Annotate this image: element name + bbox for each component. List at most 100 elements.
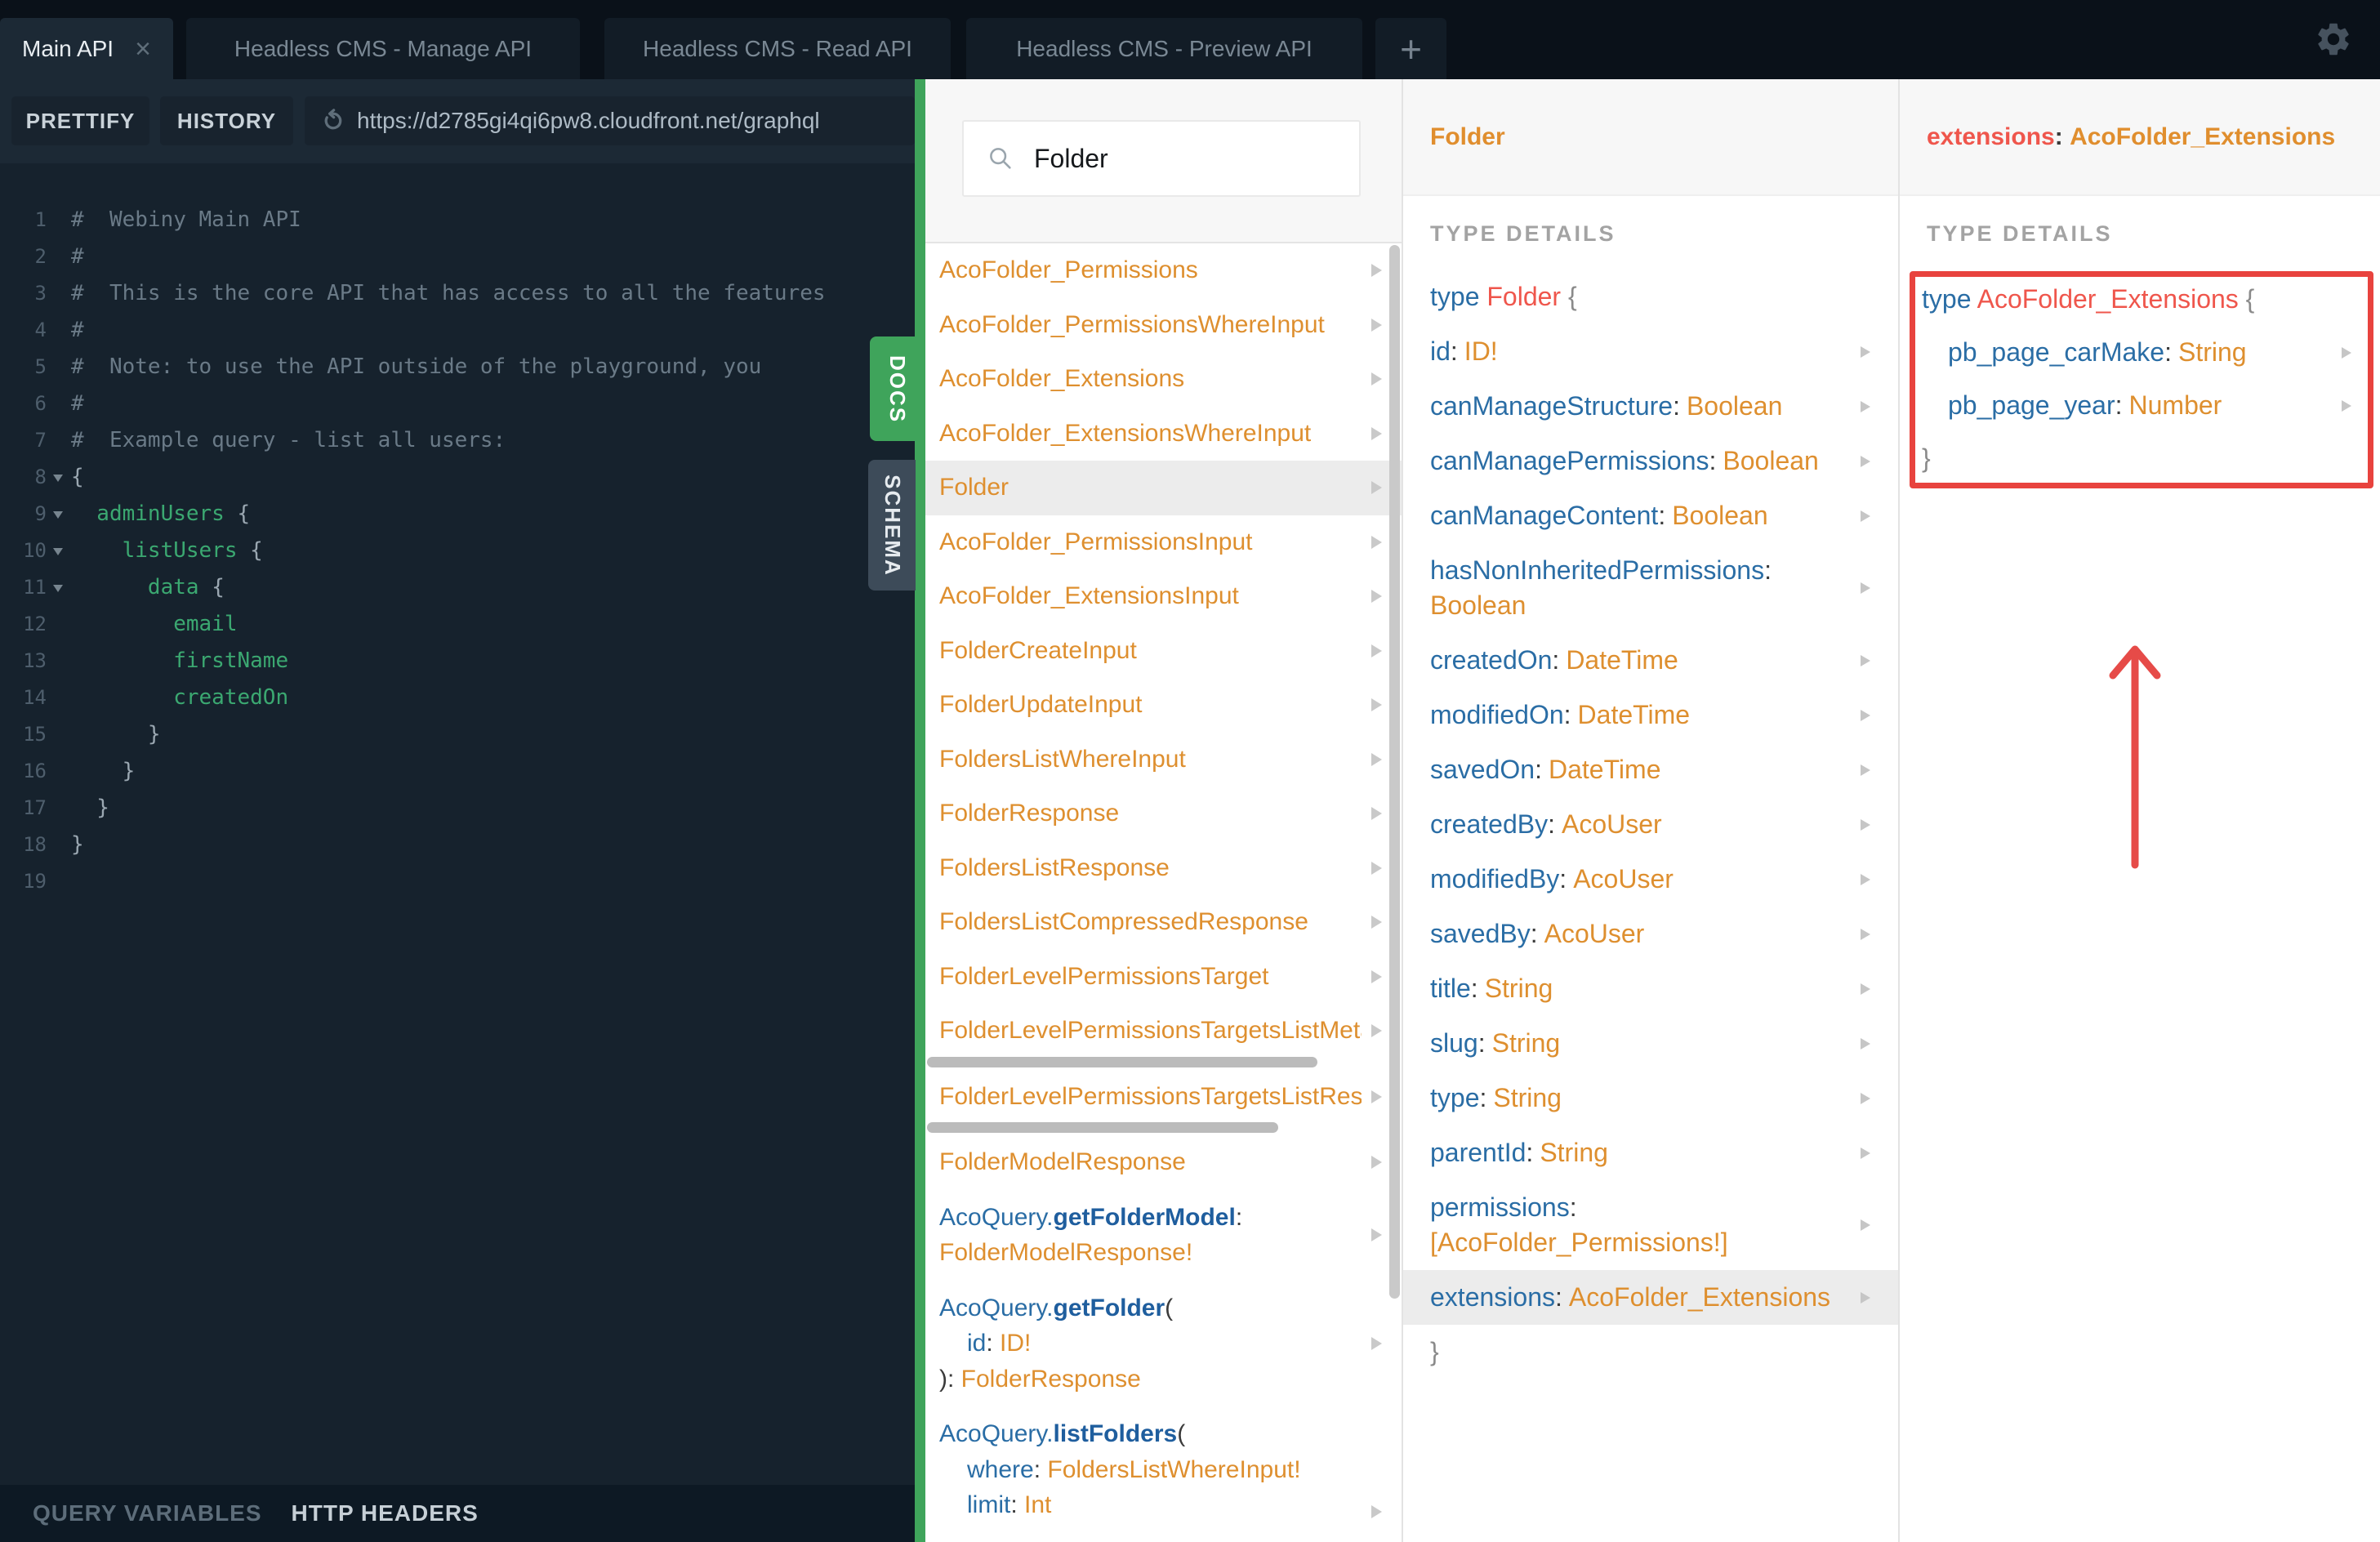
- chevron-right-icon: [1861, 400, 1870, 412]
- chevron-right-icon: [1371, 1156, 1382, 1170]
- chevron-right-icon: [1371, 807, 1382, 821]
- chevron-right-icon: [1861, 345, 1870, 358]
- tab-headless-cms-manage-api[interactable]: Headless CMS - Manage API: [186, 18, 580, 79]
- type-name: AcoFolder_Extensions: [939, 365, 1185, 393]
- type-field-row[interactable]: canManageContent: Boolean: [1403, 488, 1900, 543]
- tab-headless-cms-preview-api[interactable]: Headless CMS - Preview API: [966, 18, 1362, 79]
- type-list-item[interactable]: FoldersListCompressedResponse: [925, 895, 1402, 950]
- vertical-scrollbar[interactable]: [1389, 245, 1400, 1299]
- type-field-row[interactable]: permissions: [AcoFolder_Permissions!]: [1403, 1180, 1900, 1270]
- line-number: 4: [34, 319, 47, 341]
- fold-arrow-icon[interactable]: [53, 511, 63, 519]
- endpoint-url: https://d2785gi4qi6pw8.cloudfront.net/gr…: [357, 108, 820, 133]
- type-name: AcoFolder_PermissionsInput: [939, 528, 1253, 555]
- type-field-row[interactable]: canManageStructure: Boolean: [1403, 379, 1900, 434]
- type-field-row[interactable]: savedOn: DateTime: [1403, 742, 1900, 797]
- chevron-right-icon: [1371, 969, 1382, 983]
- search-input[interactable]: Folder: [962, 120, 1361, 197]
- docs-side-tab[interactable]: DOCS: [870, 336, 925, 441]
- type-list-item[interactable]: FolderResponse: [925, 787, 1402, 841]
- add-tab-button[interactable]: +: [1375, 18, 1446, 79]
- tab-main-api[interactable]: Main API ×: [0, 18, 173, 79]
- type-list-item[interactable]: AcoFolder_ExtensionsInput: [925, 569, 1402, 624]
- type-field-row[interactable]: pb_page_year: Number: [1915, 379, 2368, 432]
- type-name: AcoFolder_Permissions: [939, 256, 1198, 284]
- type-list-item[interactable]: AcoFolder_Permissions: [925, 243, 1402, 298]
- type-list-item[interactable]: FolderCreateInput: [925, 624, 1402, 679]
- type-field-row[interactable]: createdBy: AcoUser: [1403, 797, 1900, 852]
- tab-bar: Main API × Headless CMS - Manage API Hea…: [0, 0, 2380, 79]
- query-list-item[interactable]: AcoQuery.getFolderModel: FolderModelResp…: [925, 1190, 1402, 1281]
- chevron-right-icon: [1861, 764, 1870, 776]
- type-list-item[interactable]: Folder: [925, 461, 1402, 515]
- type-name: AcoFolder_ExtensionsWhereInput: [939, 419, 1312, 447]
- chevron-right-icon: [1371, 535, 1382, 549]
- tab-headless-cms-read-api[interactable]: Headless CMS - Read API: [604, 18, 951, 79]
- type-name: FolderModelResponse: [939, 1148, 1186, 1176]
- type-field-row[interactable]: hasNonInheritedPermissions: Boolean: [1403, 543, 1900, 633]
- type-list-item[interactable]: AcoFolder_Extensions: [925, 352, 1402, 407]
- type-list-item[interactable]: AcoFolder_PermissionsInput: [925, 515, 1402, 570]
- settings-gear-icon[interactable]: [2314, 20, 2353, 59]
- type-list-item[interactable]: FolderLevelPermissionsTargetsListRespons…: [925, 1070, 1402, 1136]
- query-list-item[interactable]: AcoQuery.getFolder( id: ID! ): FolderRes…: [925, 1281, 1402, 1407]
- type-list-item[interactable]: FolderLevelPermissionsTargetsListMeta: [925, 1004, 1402, 1070]
- type-field-row[interactable]: parentId: String: [1403, 1125, 1900, 1180]
- type-field-row[interactable]: canManagePermissions: Boolean: [1403, 434, 1900, 488]
- type-list-item[interactable]: FolderModelResponse: [925, 1135, 1402, 1190]
- type-field-row[interactable]: id: ID!: [1403, 324, 1900, 379]
- chevron-right-icon: [1371, 1090, 1382, 1103]
- chevron-right-icon: [1861, 873, 1870, 885]
- endpoint-url-input[interactable]: https://d2785gi4qi6pw8.cloudfront.net/gr…: [305, 96, 915, 145]
- type-field-row[interactable]: modifiedOn: DateTime: [1403, 688, 1900, 742]
- prettify-button[interactable]: PRETTIFY: [11, 96, 149, 145]
- close-icon[interactable]: ×: [135, 35, 151, 63]
- type-name: FoldersListCompressedResponse: [939, 908, 1308, 936]
- schema-side-tab[interactable]: SCHEMA: [868, 460, 916, 591]
- reload-icon[interactable]: [321, 109, 345, 133]
- type-details-panel-folder: Folder TYPE DETAILS type Folder { id: ID!…: [1402, 79, 1900, 1542]
- type-field-row[interactable]: title: String: [1403, 961, 1900, 1016]
- type-list-item[interactable]: AcoFolder_PermissionsWhereInput: [925, 298, 1402, 353]
- type-list-item[interactable]: AcoFolder_ExtensionsWhereInput: [925, 407, 1402, 461]
- chevron-right-icon: [1371, 264, 1382, 278]
- type-list-item[interactable]: FoldersListWhereInput: [925, 733, 1402, 787]
- query-variables-toggle[interactable]: QUERY VARIABLES: [33, 1500, 262, 1526]
- type-name: FoldersListResponse: [939, 853, 1170, 881]
- tab-label: Headless CMS - Manage API: [234, 35, 533, 61]
- chevron-right-icon: [1371, 1336, 1382, 1350]
- code-line: 1 # Webiny Main API: [0, 202, 915, 238]
- code-line: 9 adminUsers {: [0, 496, 915, 533]
- fold-arrow-icon[interactable]: [53, 475, 63, 482]
- query-editor[interactable]: 1 # Webiny Main API 2 # 3 # This is the …: [0, 163, 915, 1485]
- fold-arrow-icon[interactable]: [53, 548, 63, 555]
- chevron-right-icon: [1371, 861, 1382, 875]
- panel-title-type: AcoFolder_Extensions: [2070, 123, 2336, 150]
- type-list-item[interactable]: FolderLevelPermissionsTarget: [925, 950, 1402, 1005]
- code-line: 7 # Example query - list all users:: [0, 422, 915, 459]
- type-field-row[interactable]: pb_page_carMake: String: [1915, 326, 2368, 379]
- docs-resize-divider[interactable]: [915, 79, 925, 1542]
- type-field-row[interactable]: type: String: [1403, 1071, 1900, 1125]
- type-field-row[interactable]: createdOn: DateTime: [1403, 633, 1900, 688]
- type-field-row[interactable]: modifiedBy: AcoUser: [1403, 852, 1900, 907]
- line-number: 6: [34, 392, 47, 415]
- type-name: AcoFolder_ExtensionsInput: [939, 582, 1239, 610]
- chevron-right-icon: [1371, 1504, 1382, 1518]
- query-list-item[interactable]: AcoQuery.listFolders( where: FoldersList…: [925, 1406, 1402, 1533]
- fold-arrow-icon[interactable]: [53, 585, 63, 592]
- type-list-item[interactable]: FoldersListResponse: [925, 841, 1402, 896]
- line-number: 11: [23, 576, 47, 599]
- line-number: 9: [34, 502, 47, 525]
- line-number: 14: [23, 686, 47, 709]
- chevron-right-icon: [1861, 1291, 1870, 1304]
- annotation-arrow-up: [2109, 645, 2161, 869]
- type-list-item[interactable]: FolderUpdateInput: [925, 678, 1402, 733]
- type-field-row[interactable]: slug: String: [1403, 1016, 1900, 1071]
- http-headers-toggle[interactable]: HTTP HEADERS: [292, 1500, 479, 1526]
- history-button[interactable]: HISTORY: [160, 96, 293, 145]
- line-number: 13: [23, 649, 47, 672]
- type-field-row[interactable]: savedBy: AcoUser: [1403, 907, 1900, 961]
- code-line: 19: [0, 863, 915, 900]
- type-field-row[interactable]: extensions: AcoFolder_Extensions: [1403, 1270, 1900, 1325]
